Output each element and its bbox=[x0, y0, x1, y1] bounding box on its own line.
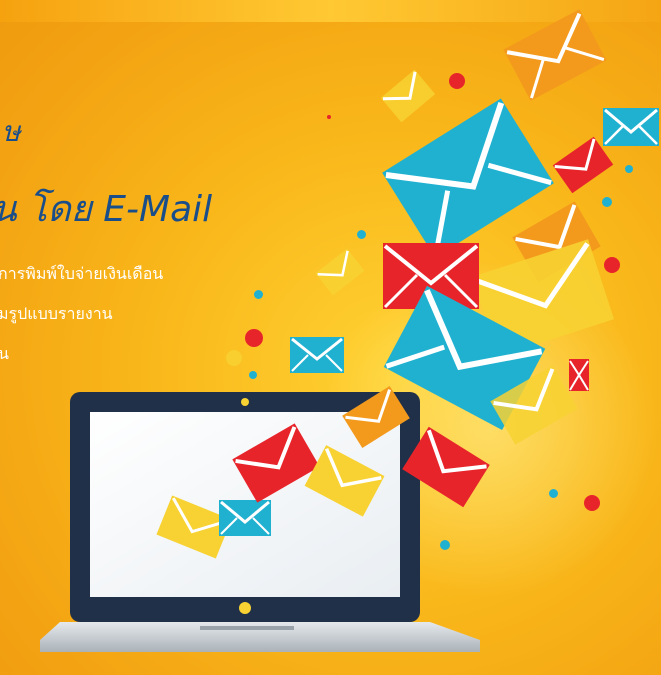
email-banner: ษ น โดย E-Mail การพิมพ์ใบจ่ายเงินเดือน ม… bbox=[0, 0, 661, 675]
bullet-dot bbox=[249, 371, 257, 379]
description-line-2: มรูปแบบรายงาน bbox=[0, 304, 113, 323]
banner-title-line1: ษ bbox=[2, 115, 21, 148]
envelope-icon bbox=[312, 244, 368, 300]
description-line-3: น bbox=[0, 344, 9, 363]
envelope-icon bbox=[548, 130, 618, 200]
decor-dot bbox=[584, 495, 600, 511]
bullet-dot bbox=[245, 329, 263, 347]
bullet-dot bbox=[254, 290, 263, 299]
envelope-icon bbox=[484, 360, 584, 450]
decor-dot bbox=[449, 73, 465, 89]
decor-dot bbox=[357, 230, 366, 239]
envelope-icon bbox=[396, 422, 496, 512]
decor-dot bbox=[625, 165, 633, 173]
description-line-1: การพิมพ์ใบจ่ายเงินเดือน bbox=[0, 264, 164, 283]
envelope-icon bbox=[288, 335, 346, 375]
banner-title-line2: น โดย E-Mail bbox=[0, 189, 213, 230]
bullet-dot bbox=[226, 350, 242, 366]
decor-dot bbox=[327, 115, 331, 119]
envelope-icon bbox=[498, 8, 613, 103]
envelope-icon bbox=[300, 440, 390, 520]
decor-dot bbox=[549, 489, 558, 498]
